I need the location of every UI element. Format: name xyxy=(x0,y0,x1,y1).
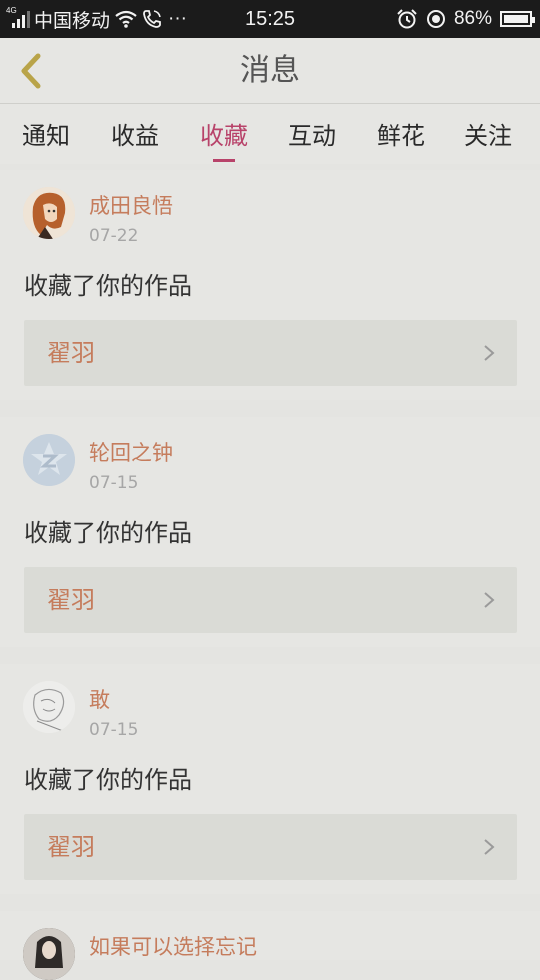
avatar-default-logo-icon xyxy=(23,434,75,486)
chevron-right-icon xyxy=(484,592,495,608)
battery-icon xyxy=(500,11,535,27)
message-date: 07-15 xyxy=(89,720,139,740)
tab-label: 互动 xyxy=(288,122,336,150)
tab-flowers[interactable]: 鲜花 xyxy=(377,116,425,156)
message-card: 如果可以选择忘记 xyxy=(0,911,540,980)
work-link[interactable]: 翟羽 xyxy=(24,320,517,386)
message-card: 成田良悟 07-22 收藏了你的作品 翟羽 xyxy=(0,170,540,400)
message-text: 收藏了你的作品 xyxy=(24,272,192,300)
user-name[interactable]: 轮回之钟 xyxy=(89,437,173,467)
avatar-illustration-icon xyxy=(23,187,75,239)
work-title: 翟羽 xyxy=(47,833,95,861)
avatar[interactable] xyxy=(23,187,75,239)
message-card: 轮回之钟 07-15 收藏了你的作品 翟羽 xyxy=(0,417,540,647)
tab-label: 关注 xyxy=(464,122,512,150)
top-bar: 消息 xyxy=(0,38,540,104)
tab-earnings[interactable]: 收益 xyxy=(111,116,159,156)
avatar[interactable] xyxy=(23,928,75,980)
message-text: 收藏了你的作品 xyxy=(24,766,192,794)
chevron-right-icon xyxy=(484,345,495,361)
status-bar: 4G 中国移动 ··· 15:25 86% xyxy=(0,0,540,38)
work-title: 翟羽 xyxy=(47,339,95,367)
work-link[interactable]: 翟羽 xyxy=(24,567,517,633)
tab-interactions[interactable]: 互动 xyxy=(288,116,336,156)
tab-favorites[interactable]: 收藏 xyxy=(200,116,248,162)
tab-label: 收藏 xyxy=(200,122,248,150)
avatar[interactable] xyxy=(23,434,75,486)
tab-label: 收益 xyxy=(111,122,159,150)
user-name[interactable]: 如果可以选择忘记 xyxy=(89,931,257,961)
tab-follows[interactable]: 关注 xyxy=(464,116,512,156)
alarm-icon xyxy=(397,9,417,29)
page-title: 消息 xyxy=(240,53,300,88)
work-link[interactable]: 翟羽 xyxy=(24,814,517,880)
tab-underline xyxy=(213,159,235,162)
message-date: 07-22 xyxy=(89,226,139,246)
user-name[interactable]: 敢 xyxy=(89,684,110,714)
avatar[interactable] xyxy=(23,681,75,733)
tab-label: 鲜花 xyxy=(377,122,425,150)
tab-label: 通知 xyxy=(22,122,70,150)
avatar-photo-icon xyxy=(23,928,75,980)
message-date: 07-15 xyxy=(89,473,139,493)
battery-percent: 86% xyxy=(453,8,492,29)
work-title: 翟羽 xyxy=(47,586,95,614)
user-name[interactable]: 成田良悟 xyxy=(89,190,173,220)
message-text: 收藏了你的作品 xyxy=(24,519,192,547)
sync-icon xyxy=(426,10,445,28)
chevron-right-icon xyxy=(484,839,495,855)
message-card: 敢 07-15 收藏了你的作品 翟羽 xyxy=(0,664,540,894)
avatar-sketch-icon xyxy=(23,681,75,733)
tab-bar: 通知 收益 收藏 互动 鲜花 关注 xyxy=(0,104,540,164)
tab-notifications[interactable]: 通知 xyxy=(22,116,70,156)
